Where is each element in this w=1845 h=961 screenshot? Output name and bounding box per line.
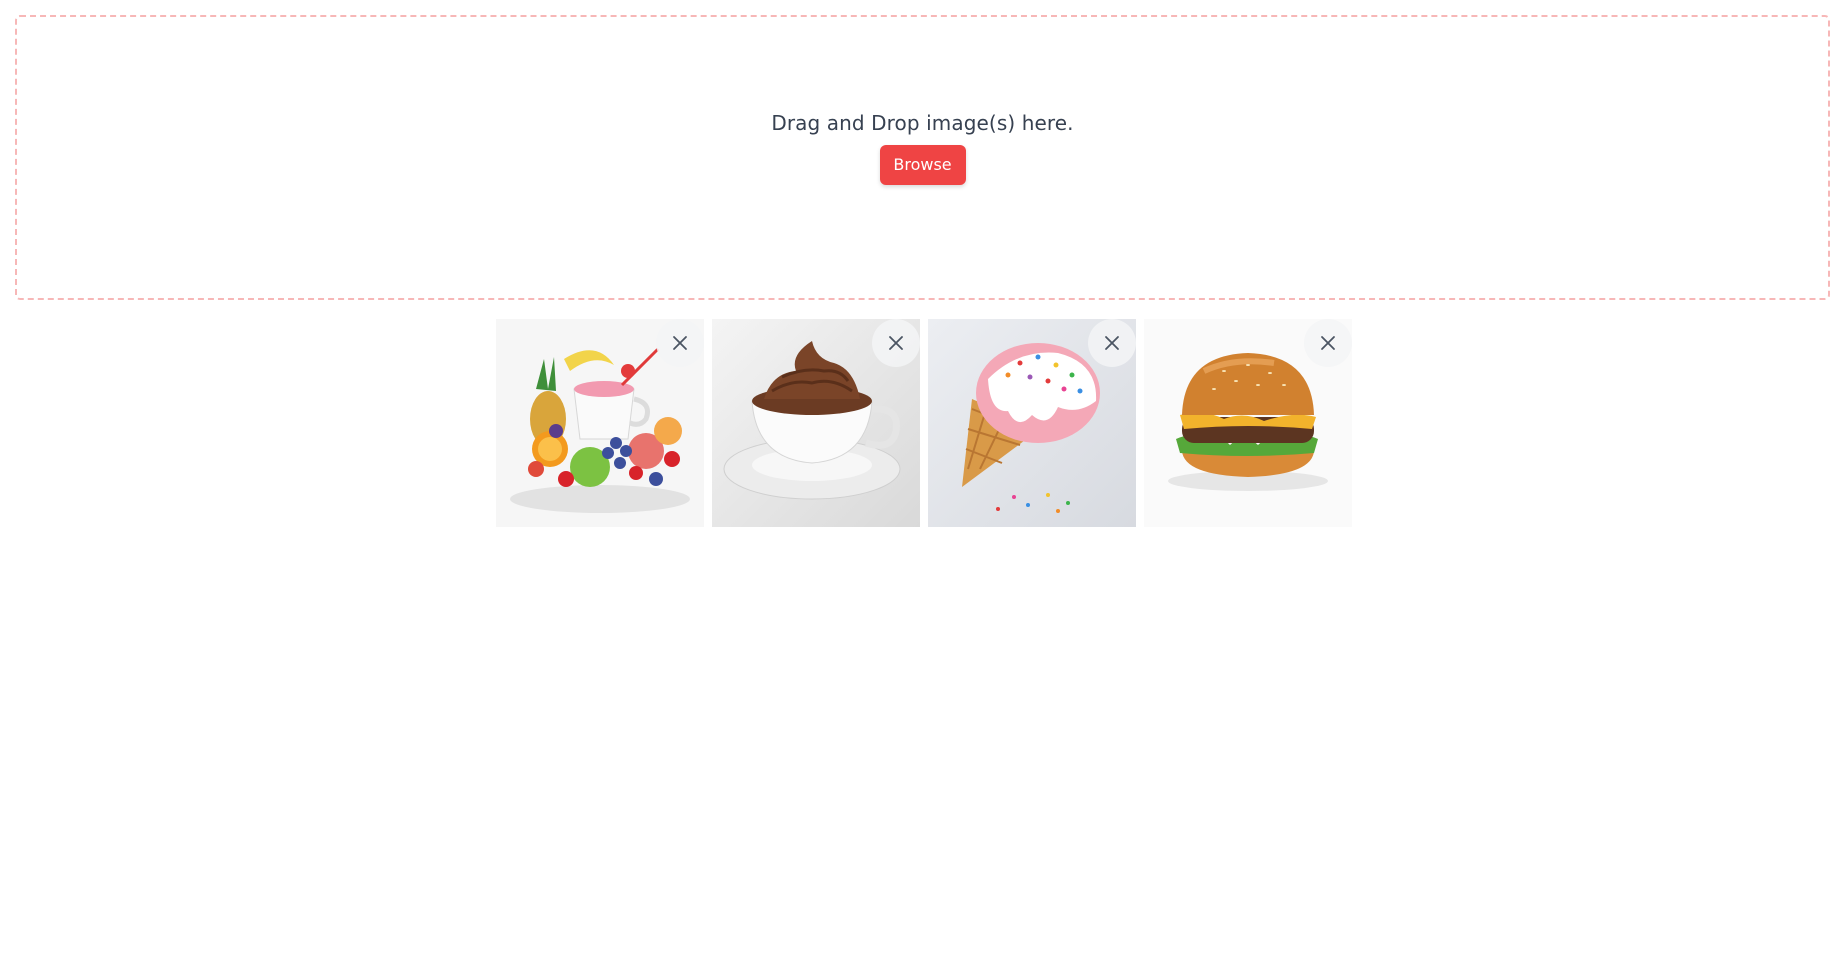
remove-image-button[interactable]: [1304, 319, 1352, 367]
image-thumbnail-chocolate-mousse: [712, 319, 920, 527]
image-dropzone[interactable]: Drag and Drop image(s) here. Browse: [15, 15, 1830, 300]
remove-image-button[interactable]: [656, 319, 704, 367]
dropzone-instruction: Drag and Drop image(s) here.: [771, 110, 1074, 135]
image-thumbnail-ice-cream: [928, 319, 1136, 527]
image-thumbnail-fruits: [496, 319, 704, 527]
image-gallery: [496, 319, 1352, 527]
close-icon: [673, 336, 687, 350]
close-icon: [1321, 336, 1335, 350]
image-thumbnail-burger: [1144, 319, 1352, 527]
remove-image-button[interactable]: [1088, 319, 1136, 367]
close-icon: [889, 336, 903, 350]
remove-image-button[interactable]: [872, 319, 920, 367]
browse-button[interactable]: Browse: [879, 144, 966, 185]
close-icon: [1105, 336, 1119, 350]
